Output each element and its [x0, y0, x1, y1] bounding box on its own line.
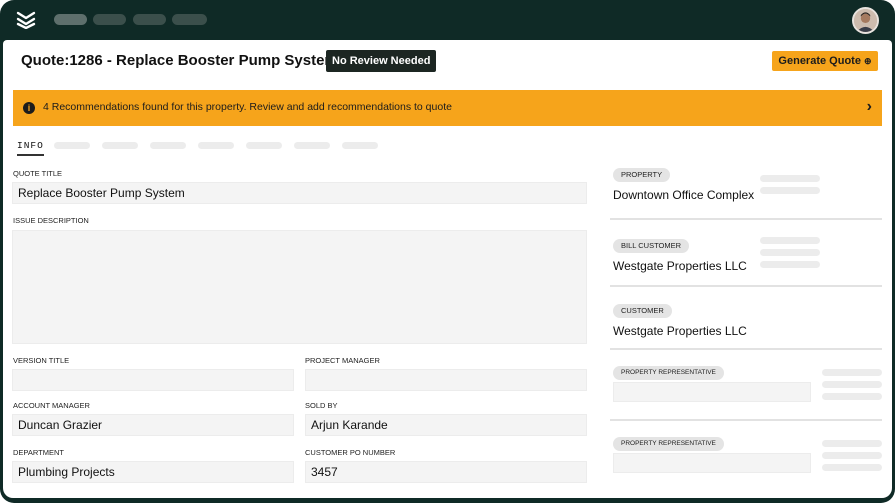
app-logo-icon[interactable]: [16, 11, 36, 29]
customer-po-label: CUSTOMER PO NUMBER: [305, 448, 396, 457]
placeholder-bar: [822, 464, 882, 471]
issue-description-label: ISSUE DESCRIPTION: [13, 216, 89, 225]
placeholder-bar: [760, 175, 820, 182]
property-value[interactable]: Downtown Office Complex: [613, 188, 754, 202]
nav-item-placeholder[interactable]: [133, 14, 166, 25]
placeholder-bar: [760, 237, 820, 244]
department-label: DEPARTMENT: [13, 448, 64, 457]
quote-title-label: QUOTE TITLE: [13, 169, 63, 178]
tab-placeholder[interactable]: [54, 142, 90, 149]
tab-placeholder[interactable]: [198, 142, 234, 149]
section-divider: [610, 348, 882, 350]
property-chip: PROPERTY: [613, 168, 671, 182]
version-title-label: VERSION TITLE: [13, 356, 70, 365]
top-nav-bar: [0, 0, 895, 40]
recommendations-banner[interactable]: i 4 Recommendations found for this prope…: [13, 90, 882, 126]
placeholder-bar: [822, 393, 882, 400]
sold-by-field[interactable]: Arjun Karande: [305, 414, 587, 436]
app-frame: Quote:1286 - Replace Booster Pump System…: [0, 0, 895, 503]
placeholder-bar: [822, 452, 882, 459]
banner-message: 4 Recommendations found for this propert…: [43, 101, 452, 113]
property-representative-field[interactable]: [613, 453, 811, 473]
sold-by-label: SOLD BY: [305, 401, 338, 410]
bill-customer-value[interactable]: Westgate Properties LLC: [613, 259, 747, 273]
version-title-field[interactable]: [12, 369, 294, 391]
customer-chip: CUSTOMER: [613, 304, 672, 318]
bill-customer-chip: BILL CUSTOMER: [613, 239, 690, 253]
review-status-badge: No Review Needed: [326, 50, 437, 72]
account-manager-label: ACCOUNT MANAGER: [13, 401, 90, 410]
issue-description-field[interactable]: [12, 230, 587, 344]
placeholder-bar: [760, 249, 820, 256]
project-manager-field[interactable]: [305, 369, 587, 391]
arrow-circle-icon: ⊕: [864, 56, 872, 66]
placeholder-bar: [822, 369, 882, 376]
property-representative-chip: PROPERTY REPRESENTATIVE: [613, 366, 724, 380]
info-icon: i: [23, 102, 35, 114]
tab-placeholder[interactable]: [102, 142, 138, 149]
quote-title-field[interactable]: Replace Booster Pump System: [12, 182, 587, 204]
chevron-right-icon[interactable]: ›: [867, 98, 872, 116]
section-divider: [610, 419, 882, 421]
tab-placeholder[interactable]: [294, 142, 330, 149]
tab-info[interactable]: INFO: [17, 140, 44, 156]
tab-placeholder[interactable]: [342, 142, 378, 149]
placeholder-bar: [822, 381, 882, 388]
user-avatar[interactable]: [852, 7, 879, 34]
page-title: Quote:1286 - Replace Booster Pump System: [21, 52, 338, 69]
placeholder-bar: [760, 261, 820, 268]
generate-quote-label: Generate Quote: [778, 55, 861, 67]
account-manager-field[interactable]: Duncan Grazier: [12, 414, 294, 436]
nav-item-placeholder[interactable]: [54, 14, 87, 25]
property-representative-field[interactable]: [613, 382, 811, 402]
customer-value[interactable]: Westgate Properties LLC: [613, 324, 747, 338]
tab-placeholder[interactable]: [246, 142, 282, 149]
property-representative-chip: PROPERTY REPRESENTATIVE: [613, 437, 724, 451]
nav-item-placeholder[interactable]: [172, 14, 207, 25]
generate-quote-button[interactable]: Generate Quote ⊕: [772, 51, 878, 71]
department-field[interactable]: Plumbing Projects: [12, 461, 294, 483]
nav-item-placeholder[interactable]: [93, 14, 126, 25]
main-content: Quote:1286 - Replace Booster Pump System…: [3, 40, 892, 498]
tab-placeholder[interactable]: [150, 142, 186, 149]
placeholder-bar: [760, 187, 820, 194]
project-manager-label: PROJECT MANAGER: [305, 356, 380, 365]
section-divider: [610, 218, 882, 220]
section-divider: [610, 285, 882, 287]
customer-po-field[interactable]: 3457: [305, 461, 587, 483]
placeholder-bar: [822, 440, 882, 447]
